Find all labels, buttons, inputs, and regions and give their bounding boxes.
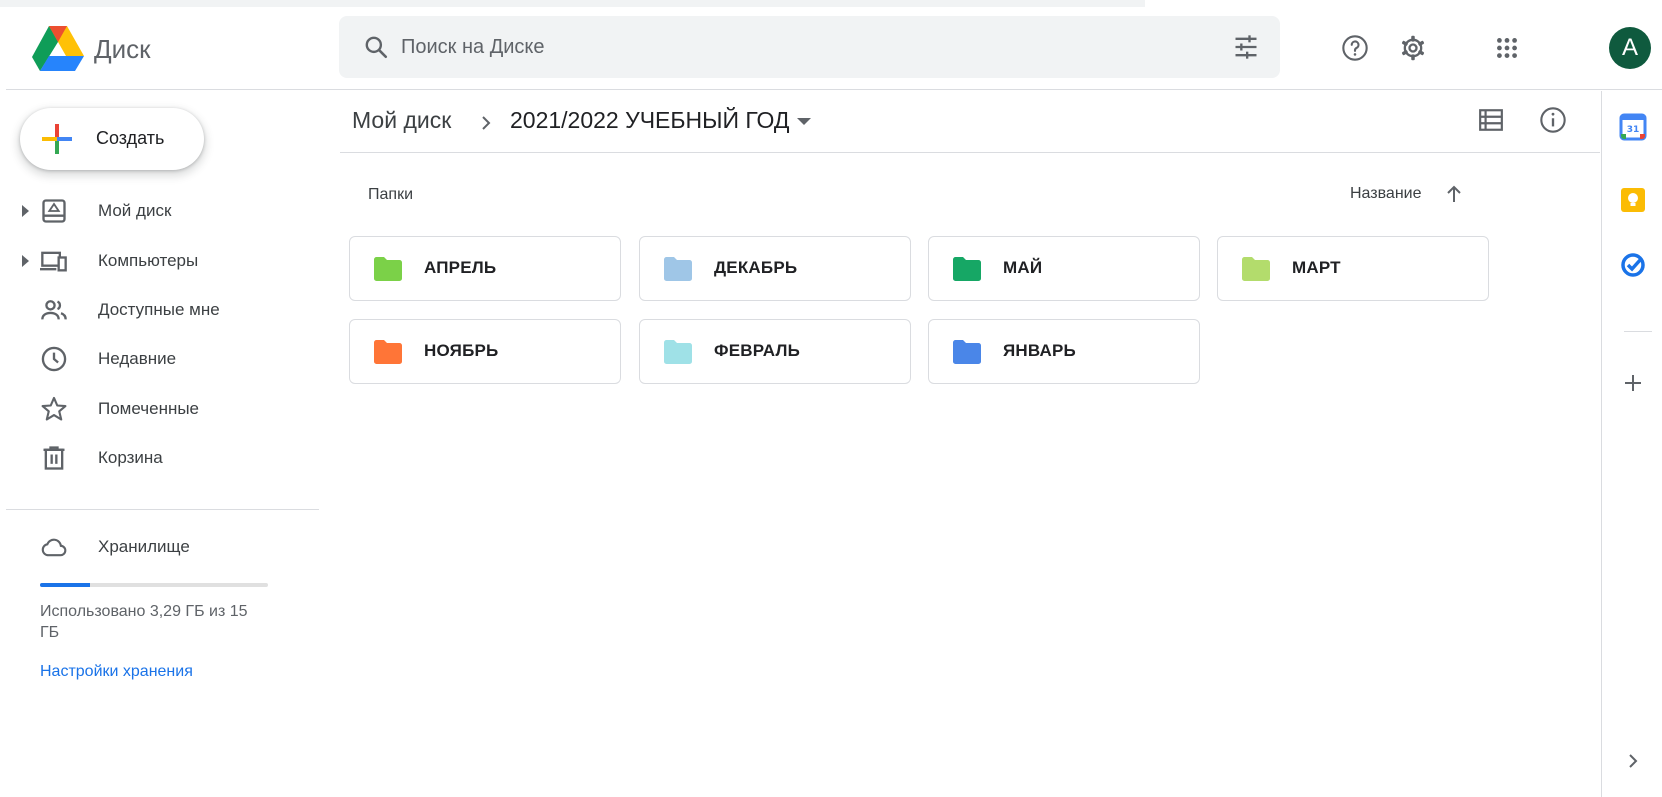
cloud-icon bbox=[41, 538, 67, 557]
storage-used-text: Использовано 3,29 ГБ из 15 ГБ bbox=[40, 603, 248, 641]
app-title[interactable]: Диск bbox=[94, 34, 151, 65]
folder-card[interactable]: ФЕВРАЛЬ bbox=[639, 319, 911, 384]
sidebar-item-starred[interactable]: Помеченные bbox=[6, 385, 319, 433]
plus-icon bbox=[42, 124, 72, 154]
tasks-icon[interactable] bbox=[1619, 251, 1647, 279]
folder-name: ДЕКАБРЬ bbox=[714, 258, 798, 277]
trash-icon bbox=[43, 446, 65, 470]
avatar-letter: A bbox=[1621, 34, 1638, 61]
folder-icon bbox=[374, 340, 402, 364]
shared-with-me-icon bbox=[41, 300, 67, 320]
sort-by-name-button[interactable]: Название bbox=[1350, 185, 1422, 203]
search-bar[interactable] bbox=[339, 16, 1280, 78]
keep-icon[interactable] bbox=[1619, 186, 1647, 214]
computers-icon bbox=[40, 251, 67, 272]
breadcrumb-root[interactable]: Мой диск bbox=[352, 107, 451, 134]
search-icon[interactable] bbox=[363, 34, 389, 60]
chevron-right-icon[interactable] bbox=[1619, 747, 1647, 775]
storage-label: Хранилище bbox=[98, 537, 190, 556]
sidebar-item-my-drive[interactable]: Мой диск bbox=[6, 187, 319, 235]
breadcrumb-current[interactable]: 2021/2022 УЧЕБНЫЙ ГОД bbox=[510, 107, 790, 134]
folder-name: АПРЕЛЬ bbox=[424, 258, 497, 277]
sidebar-divider bbox=[6, 509, 319, 510]
folder-icon bbox=[953, 257, 981, 281]
sidebar-item-label: Корзина bbox=[98, 448, 163, 467]
arrow-up-icon[interactable] bbox=[1442, 182, 1466, 206]
expand-caret-icon[interactable] bbox=[22, 205, 29, 217]
create-button[interactable]: Создать bbox=[20, 108, 204, 170]
folders-section-label: Папки bbox=[368, 186, 413, 203]
folder-icon bbox=[664, 340, 692, 364]
info-icon bbox=[1540, 107, 1566, 133]
help-icon bbox=[1342, 35, 1368, 61]
folder-name: МАРТ bbox=[1292, 258, 1341, 277]
apps-button[interactable] bbox=[1487, 28, 1527, 68]
folder-card[interactable]: НОЯБРЬ bbox=[349, 319, 621, 384]
storage-usage-bar bbox=[40, 583, 268, 587]
top-strip bbox=[0, 0, 1145, 7]
storage-usage-fill bbox=[40, 583, 91, 587]
storage-settings-link[interactable]: Настройки хранения bbox=[40, 663, 193, 681]
drive-logo-icon[interactable] bbox=[32, 25, 84, 71]
sidebar-item-shared[interactable]: Доступные мне bbox=[6, 286, 319, 334]
details-button[interactable] bbox=[1533, 100, 1573, 140]
clock-icon bbox=[41, 346, 67, 372]
sidebar-item-label: Мой диск bbox=[98, 201, 172, 220]
sidebar-item-recent[interactable]: Недавние bbox=[6, 335, 319, 383]
folder-icon bbox=[664, 257, 692, 281]
avatar[interactable]: A bbox=[1609, 27, 1651, 69]
settings-button[interactable] bbox=[1393, 28, 1433, 68]
folder-card[interactable]: МАЙ bbox=[928, 236, 1200, 301]
main-content: Мой диск 2021/2022 УЧЕБНЫЙ ГОД Папки Наз… bbox=[340, 91, 1600, 797]
svg-text:31: 31 bbox=[1627, 125, 1640, 135]
folder-name: ФЕВРАЛЬ bbox=[714, 341, 801, 360]
folder-icon bbox=[374, 257, 402, 281]
folder-name: НОЯБРЬ bbox=[424, 341, 499, 360]
header: Диск Поиск на Диске A bbox=[6, 7, 1662, 90]
help-button[interactable] bbox=[1335, 28, 1375, 68]
list-view-icon bbox=[1479, 109, 1503, 131]
sidebar-item-label: Недавние bbox=[98, 349, 177, 368]
breadcrumb: Мой диск 2021/2022 УЧЕБНЫЙ ГОД bbox=[340, 91, 1600, 153]
side-panel: 31 bbox=[1601, 91, 1662, 797]
folder-card[interactable]: МАРТ bbox=[1217, 236, 1489, 301]
sidebar-item-storage[interactable]: Хранилище bbox=[6, 523, 319, 571]
my-drive-icon bbox=[42, 199, 66, 223]
caret-down-icon[interactable] bbox=[797, 118, 811, 125]
folder-card[interactable]: ЯНВАРЬ bbox=[928, 319, 1200, 384]
folder-name: МАЙ bbox=[1003, 258, 1043, 277]
list-view-button[interactable] bbox=[1471, 100, 1511, 140]
sidebar-item-label: Доступные мне bbox=[98, 300, 220, 319]
folder-card[interactable]: ДЕКАБРЬ bbox=[639, 236, 911, 301]
expand-caret-icon[interactable] bbox=[22, 255, 29, 267]
folder-card[interactable]: АПРЕЛЬ bbox=[349, 236, 621, 301]
sidebar-item-trash[interactable]: Корзина bbox=[6, 434, 319, 482]
star-icon bbox=[41, 396, 67, 421]
chevron-right-icon bbox=[482, 116, 491, 130]
search-options-icon[interactable] bbox=[1232, 33, 1260, 61]
apps-grid-icon bbox=[1497, 38, 1517, 58]
gear-icon bbox=[1401, 35, 1425, 61]
sidebar-item-label: Помеченные bbox=[98, 399, 200, 418]
create-label: Создать bbox=[96, 128, 165, 148]
side-panel-divider bbox=[1624, 331, 1652, 332]
sidebar: Создать Мой диск Компьютеры Доступные мн… bbox=[6, 91, 319, 797]
folder-name: ЯНВАРЬ bbox=[1003, 341, 1076, 360]
add-addon-icon[interactable] bbox=[1619, 369, 1647, 397]
search-input[interactable] bbox=[401, 16, 1201, 78]
sidebar-item-label: Компьютеры bbox=[98, 251, 199, 270]
folder-icon bbox=[953, 340, 981, 364]
calendar-icon[interactable]: 31 bbox=[1619, 113, 1647, 141]
sidebar-item-computers[interactable]: Компьютеры bbox=[6, 237, 319, 285]
folder-icon bbox=[1242, 257, 1270, 281]
